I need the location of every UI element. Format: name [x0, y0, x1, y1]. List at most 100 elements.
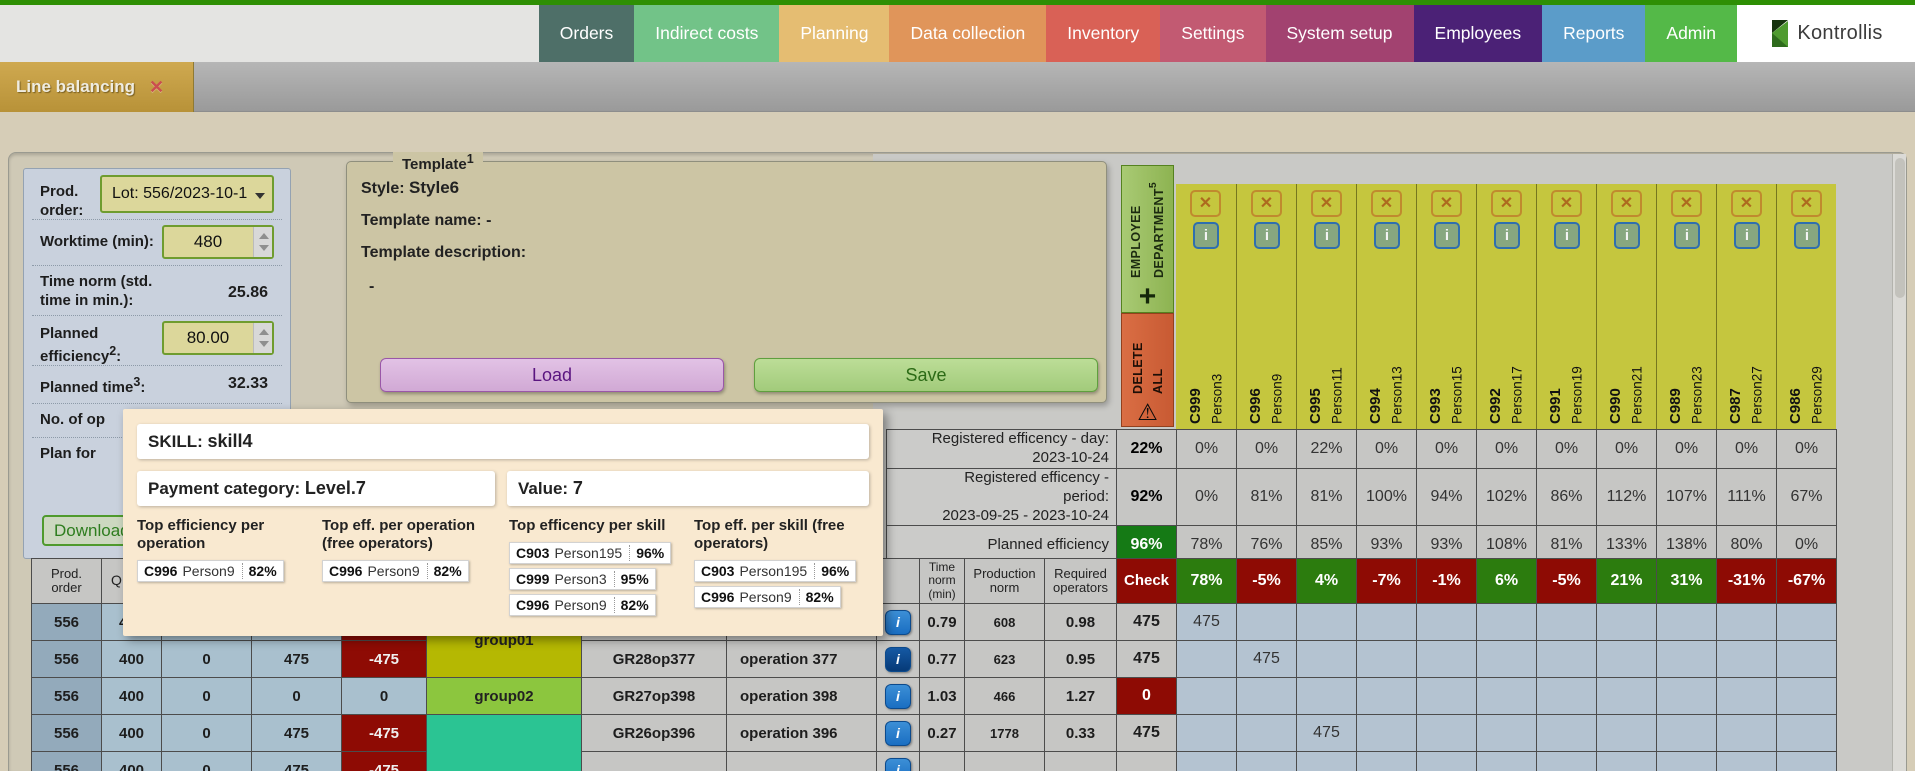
employee-info-icon[interactable]: i — [1674, 222, 1700, 249]
remove-employee-icon[interactable]: ✕ — [1731, 190, 1762, 217]
employee-info-icon[interactable]: i — [1614, 222, 1640, 249]
remove-employee-icon[interactable]: ✕ — [1491, 190, 1522, 217]
assignment-cell[interactable] — [1536, 751, 1597, 771]
assignment-cell[interactable]: 475 — [1176, 603, 1237, 641]
assignment-cell[interactable] — [1176, 677, 1237, 715]
delete-all-button[interactable]: DELETE ALL ⚠ — [1121, 313, 1174, 427]
assignment-cell[interactable] — [1536, 714, 1597, 752]
brand-logo[interactable]: Kontrollis — [1737, 5, 1915, 62]
assignment-cell[interactable] — [1236, 677, 1297, 715]
assignment-cell[interactable] — [1176, 751, 1237, 771]
assignment-cell[interactable] — [1656, 640, 1717, 678]
assignment-cell[interactable] — [1476, 677, 1537, 715]
assignment-cell[interactable] — [1776, 751, 1837, 771]
remove-employee-icon[interactable]: ✕ — [1190, 190, 1221, 217]
operation-row[interactable]: 556 400 0 475 -475 i — [31, 751, 1837, 771]
load-button[interactable]: Load — [380, 358, 724, 392]
employee-info-icon[interactable]: i — [1734, 222, 1760, 249]
assignment-cell[interactable] — [1356, 677, 1417, 715]
assignment-cell[interactable] — [1596, 603, 1657, 641]
assignment-cell[interactable] — [1296, 603, 1357, 641]
assignment-cell[interactable] — [1596, 714, 1657, 752]
employee-info-icon[interactable]: i — [1374, 222, 1400, 249]
info-icon[interactable]: i — [885, 683, 911, 709]
prod-order-select[interactable]: Lot: 556/2023-10-1 — [100, 175, 274, 213]
assignment-cell[interactable] — [1656, 714, 1717, 752]
operation-row[interactable]: 556 400 0 475 -475 GR26op396 operation 396 i 0.2… — [31, 714, 1837, 771]
assignment-cell[interactable] — [1236, 714, 1297, 752]
assignment-cell[interactable] — [1236, 603, 1297, 641]
employee-info-icon[interactable]: i — [1434, 222, 1460, 249]
info-icon[interactable]: i — [885, 646, 911, 672]
assignment-cell[interactable] — [1176, 640, 1237, 678]
employee-info-icon[interactable]: i — [1193, 222, 1219, 249]
assignment-cell[interactable] — [1716, 751, 1777, 771]
assignment-cell[interactable] — [1656, 677, 1717, 715]
assignment-cell[interactable] — [1476, 751, 1537, 771]
operation-row[interactable]: 556 400 0 0 0 group02 GR27op398 operation 398 i 1… — [31, 677, 1837, 715]
assignment-cell[interactable] — [1536, 640, 1597, 678]
assignment-cell[interactable] — [1356, 751, 1417, 771]
assignment-cell[interactable] — [1776, 603, 1837, 641]
assignment-cell[interactable] — [1296, 677, 1357, 715]
remove-employee-icon[interactable]: ✕ — [1791, 190, 1822, 217]
remove-employee-icon[interactable]: ✕ — [1431, 190, 1462, 217]
worktime-spinner[interactable] — [253, 227, 272, 257]
assignment-cell[interactable] — [1416, 714, 1477, 752]
assignment-cell[interactable] — [1716, 714, 1777, 752]
remove-employee-icon[interactable]: ✕ — [1311, 190, 1342, 217]
remove-employee-icon[interactable]: ✕ — [1371, 190, 1402, 217]
nav-item-planning[interactable]: Planning — [779, 5, 890, 62]
worktime-input[interactable]: 480 — [162, 225, 274, 259]
remove-employee-icon[interactable]: ✕ — [1671, 190, 1702, 217]
assignment-cell[interactable] — [1476, 714, 1537, 752]
assignment-cell[interactable] — [1176, 714, 1237, 752]
nav-item-settings[interactable]: Settings — [1160, 5, 1266, 62]
employee-info-icon[interactable]: i — [1794, 222, 1820, 249]
assignment-cell[interactable]: 475 — [1236, 640, 1297, 678]
assignment-cell[interactable] — [1296, 640, 1357, 678]
employee-info-icon[interactable]: i — [1494, 222, 1520, 249]
assignment-cell[interactable] — [1416, 751, 1477, 771]
nav-item-orders[interactable]: Orders — [538, 5, 635, 62]
nav-item-indirect-costs[interactable]: Indirect costs — [634, 5, 780, 62]
assignment-cell[interactable] — [1536, 603, 1597, 641]
assignment-cell[interactable] — [1356, 603, 1417, 641]
info-icon[interactable]: i — [885, 720, 911, 746]
vertical-scrollbar[interactable] — [1892, 154, 1906, 771]
assignment-cell[interactable] — [1476, 640, 1537, 678]
assignment-cell[interactable] — [1236, 751, 1297, 771]
operation-row[interactable]: 556 400 0 475 -475 GR28op377 operation 377 i 0.7… — [31, 640, 1837, 678]
info-icon[interactable]: i — [885, 609, 911, 635]
assignment-cell[interactable] — [1716, 603, 1777, 641]
employee-info-icon[interactable]: i — [1254, 222, 1280, 249]
nav-item-admin[interactable]: Admin — [1645, 5, 1737, 62]
assignment-cell[interactable]: 475 — [1296, 714, 1357, 752]
assignment-cell[interactable] — [1776, 677, 1837, 715]
remove-employee-icon[interactable]: ✕ — [1611, 190, 1642, 217]
nav-item-system-setup[interactable]: System setup — [1265, 5, 1414, 62]
save-button[interactable]: Save — [754, 358, 1098, 392]
nav-item-inventory[interactable]: Inventory — [1046, 5, 1161, 62]
close-tab-icon[interactable]: ✕ — [149, 77, 164, 98]
assignment-cell[interactable] — [1656, 751, 1717, 771]
tab-line-balancing[interactable]: Line balancing ✕ — [0, 62, 194, 112]
info-icon[interactable]: i — [885, 757, 911, 771]
assignment-cell[interactable] — [1716, 640, 1777, 678]
assignment-cell[interactable] — [1776, 640, 1837, 678]
assignment-cell[interactable] — [1356, 640, 1417, 678]
remove-employee-icon[interactable]: ✕ — [1251, 190, 1282, 217]
assignment-cell[interactable] — [1416, 640, 1477, 678]
assignment-cell[interactable] — [1536, 677, 1597, 715]
add-employee-department-button[interactable]: EMPLOYEE DEPARTMENT5 + — [1121, 165, 1174, 313]
nav-item-reports[interactable]: Reports — [1542, 5, 1646, 62]
assignment-cell[interactable] — [1596, 751, 1657, 771]
planned-efficiency-spinner[interactable] — [253, 323, 272, 353]
assignment-cell[interactable] — [1596, 677, 1657, 715]
assignment-cell[interactable] — [1656, 603, 1717, 641]
nav-item-employees[interactable]: Employees — [1413, 5, 1543, 62]
planned-efficiency-input[interactable]: 80.00 — [162, 321, 274, 355]
assignment-cell[interactable] — [1416, 603, 1477, 641]
scrollbar-thumb[interactable] — [1895, 158, 1905, 298]
assignment-cell[interactable] — [1716, 677, 1777, 715]
